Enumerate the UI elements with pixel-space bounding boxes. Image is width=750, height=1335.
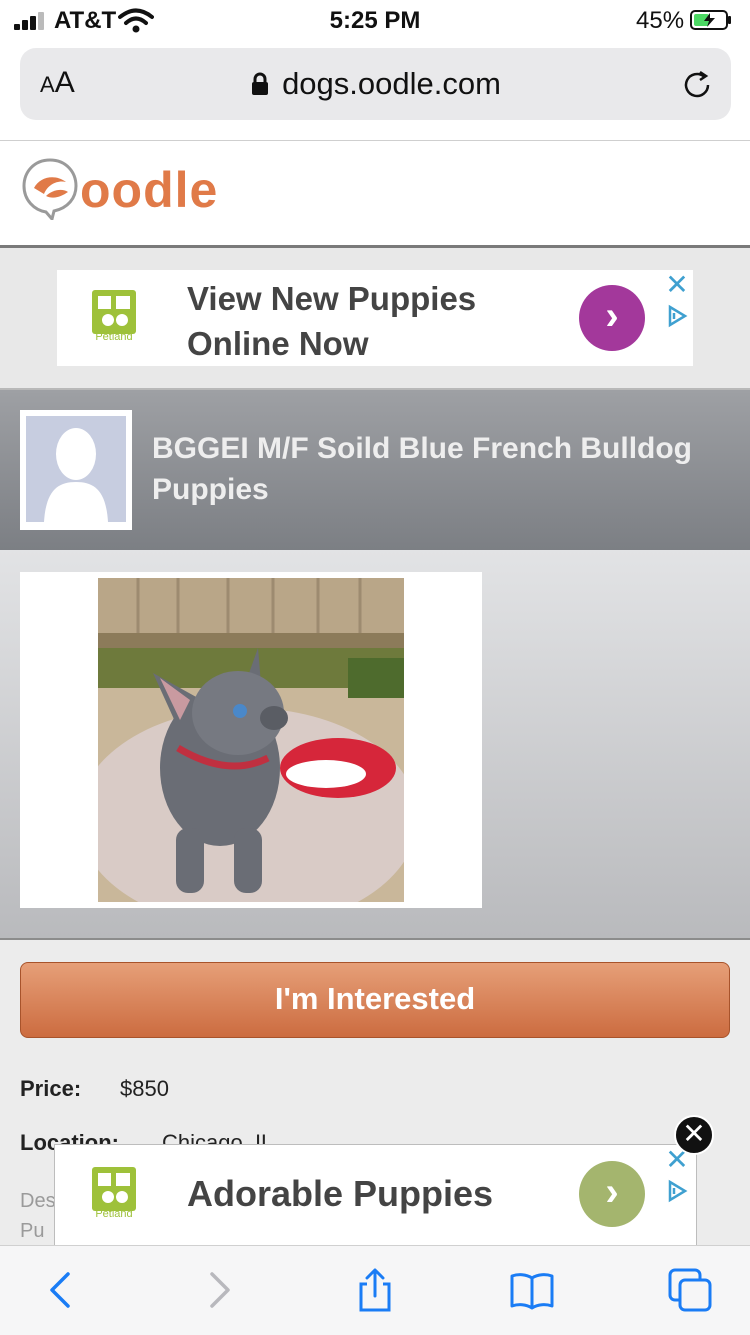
tabs-icon[interactable] <box>668 1268 712 1312</box>
ad-banner-bottom[interactable]: Petland Adorable Puppies › ✕ <box>54 1144 697 1246</box>
ad-dismiss-button[interactable]: ✕ <box>674 1115 714 1155</box>
oodle-logo-text[interactable]: oodle <box>80 161 218 219</box>
battery-charging-icon <box>690 10 731 30</box>
ad-arrow-button[interactable]: › <box>579 1161 645 1227</box>
listing-header: BGGEI M/F Soild Blue French Bulldog Pupp… <box>0 390 750 550</box>
petland-logo-icon: Petland <box>92 290 136 348</box>
ad-arrow-button[interactable]: › <box>579 285 645 351</box>
ad-headline[interactable]: Adorable Puppies <box>187 1173 493 1215</box>
share-icon[interactable] <box>353 1268 397 1312</box>
ad-headline[interactable]: View New Puppies Online Now <box>187 276 517 366</box>
oodle-logo-icon[interactable] <box>22 156 78 220</box>
description-label: Des <box>20 1190 56 1212</box>
price-value: $850 <box>120 1076 169 1101</box>
ad-banner-area: Petland View New Puppies Online Now › ✕ <box>0 248 750 388</box>
listing-title: BGGEI M/F Soild Blue French Bulldog Pupp… <box>152 432 692 506</box>
interested-button[interactable]: I'm Interested <box>20 962 730 1038</box>
url-text[interactable]: dogs.oodle.com <box>20 66 731 102</box>
photo-section <box>0 550 750 938</box>
back-icon[interactable] <box>40 1268 84 1312</box>
battery-percent: 45% <box>636 7 685 34</box>
forward-icon[interactable] <box>196 1268 240 1312</box>
bookmarks-icon[interactable] <box>510 1268 554 1312</box>
browser-toolbar <box>0 1245 750 1335</box>
user-placeholder-icon <box>26 416 126 522</box>
petland-logo-icon: Petland <box>92 1167 136 1225</box>
puppy-photo[interactable] <box>98 578 404 902</box>
avatar[interactable] <box>20 410 132 530</box>
price-label: Price: <box>20 1076 82 1101</box>
address-bar[interactable]: AA dogs.oodle.com <box>20 48 731 120</box>
adchoices-icon[interactable] <box>665 304 689 328</box>
reload-icon[interactable] <box>680 68 714 102</box>
site-header: oodle <box>0 141 750 246</box>
adchoices-icon[interactable] <box>665 1179 689 1203</box>
description-text: Pu <box>20 1220 45 1242</box>
ad-banner-top[interactable]: Petland View New Puppies Online Now › ✕ <box>57 270 693 366</box>
status-bar: AT&T 5:25 PM 45% <box>0 0 750 40</box>
lock-icon <box>252 72 269 95</box>
ad-close-icon[interactable]: ✕ <box>665 271 689 299</box>
listing-photo-frame[interactable] <box>20 572 482 908</box>
